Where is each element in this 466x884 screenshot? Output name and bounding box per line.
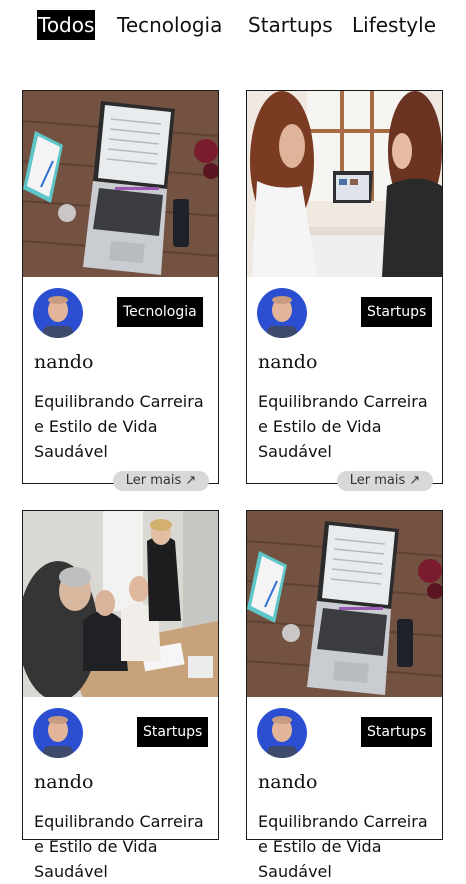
post-title[interactable]: Equilibrando Carreira e Estilo de Vida S…: [258, 389, 438, 464]
post-card[interactable]: Tecnologia nando Equilibrando Carreira e…: [22, 90, 219, 491]
post-image[interactable]: [23, 511, 218, 697]
category-badge[interactable]: Startups: [137, 717, 209, 747]
post-title[interactable]: Equilibrando Carreira e Estilo de Vida S…: [34, 809, 214, 884]
post-image[interactable]: [247, 91, 442, 277]
author-name: nando: [34, 351, 94, 373]
read-more-label: Ler mais: [349, 473, 406, 488]
category-badge[interactable]: Startups: [361, 717, 433, 747]
read-more-label: Ler mais: [125, 473, 182, 488]
tab-lifestyle[interactable]: Lifestyle: [352, 10, 436, 40]
post-card[interactable]: Startups nando Equilibrando Carreira e E…: [22, 510, 219, 881]
tab-todos[interactable]: Todos: [37, 10, 96, 40]
author-name: nando: [258, 771, 318, 793]
category-badge[interactable]: Tecnologia: [117, 297, 203, 327]
post-title[interactable]: Equilibrando Carreira e Estilo de Vida S…: [258, 809, 438, 884]
post-card[interactable]: Startups nando Equilibrando Carreira e E…: [246, 510, 443, 881]
post-title[interactable]: Equilibrando Carreira e Estilo de Vida S…: [34, 389, 214, 464]
arrow-up-right-icon: ↗: [185, 473, 197, 488]
author-avatar: [33, 708, 83, 758]
tab-tecnologia[interactable]: Tecnologia: [117, 10, 222, 40]
post-image[interactable]: [23, 91, 218, 277]
category-badge[interactable]: Startups: [361, 297, 433, 327]
author-avatar: [33, 288, 83, 338]
author-name: nando: [34, 771, 94, 793]
post-card[interactable]: Startups nando Equilibrando Carreira e E…: [246, 90, 443, 491]
tab-startups[interactable]: Startups: [248, 10, 333, 40]
author-avatar: [257, 288, 307, 338]
arrow-up-right-icon: ↗: [409, 473, 421, 488]
post-image[interactable]: [247, 511, 442, 697]
read-more-button[interactable]: Ler mais ↗: [337, 471, 433, 491]
read-more-button[interactable]: Ler mais ↗: [113, 471, 209, 491]
author-avatar: [257, 708, 307, 758]
author-name: nando: [258, 351, 318, 373]
